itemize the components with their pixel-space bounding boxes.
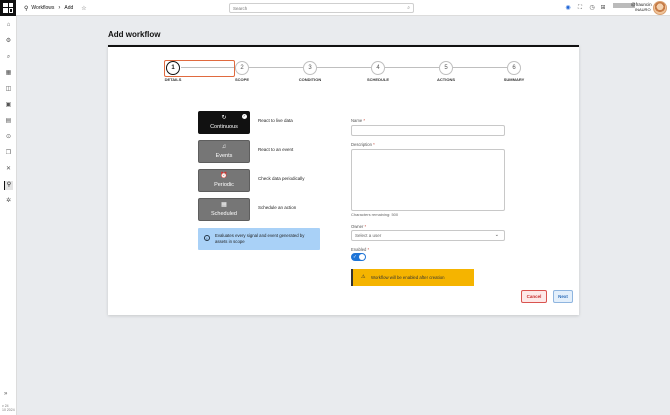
step-5-circle[interactable]: 5 — [439, 61, 453, 75]
required-mark: * — [367, 247, 370, 252]
type-label: Periodic — [214, 182, 234, 188]
version-date: 10 2024 — [2, 408, 15, 412]
step-3-circle[interactable]: 3 — [303, 61, 317, 75]
breadcrumb-workflows[interactable]: Workflows — [31, 5, 54, 11]
workflow-icon[interactable]: ⚲ — [4, 181, 13, 190]
type-label: Scheduled — [211, 211, 237, 217]
type-events-tile[interactable]: ♫ Events — [198, 140, 250, 163]
required-mark: * — [363, 118, 365, 123]
breadcrumb-add: Add — [64, 5, 74, 11]
warning-text: Workflow will be enabled after creation — [371, 275, 445, 280]
refresh-icon: ↻ — [221, 115, 227, 121]
name-label-text: Name — [351, 118, 363, 123]
owner-label: Owner * — [351, 224, 366, 229]
avatar[interactable] — [653, 1, 667, 15]
search-icon[interactable]: ⌕ — [4, 53, 13, 62]
type-description: React to live data — [258, 118, 293, 123]
step-3-label: CONDITION — [298, 77, 322, 82]
name-label: Name * — [351, 118, 365, 123]
enabled-label: Enabled * — [351, 247, 369, 252]
copy-icon[interactable]: ❐ — [4, 149, 13, 158]
chevron-down-icon: ⌄ — [494, 232, 499, 238]
type-description: Schedule an action — [258, 205, 297, 210]
step-6-label: SUMMARY — [503, 77, 525, 82]
step-connector — [385, 67, 439, 68]
warning-banner: ⚠ Workflow will be enabled after creatio… — [351, 269, 474, 286]
type-info-box: i Evaluates every signal and event gener… — [198, 228, 320, 250]
type-description: Check data periodically — [258, 176, 305, 181]
cog-icon[interactable]: ✲ — [4, 197, 13, 206]
app-logo[interactable] — [0, 0, 16, 16]
status-dot-icon[interactable]: ◉ — [564, 4, 572, 12]
step-4-label: SCHEDULE — [366, 77, 389, 82]
map-icon[interactable]: ◫ — [4, 85, 13, 94]
star-icon[interactable]: ☆ — [81, 5, 86, 12]
fullscreen-icon[interactable]: ⛶ — [576, 4, 584, 12]
document-icon[interactable]: ▤ — [4, 117, 13, 126]
box-icon[interactable]: ▣ — [4, 101, 13, 110]
description-label-text: Description — [351, 142, 372, 147]
version-info: v 24 10 2024 — [2, 404, 15, 412]
home-icon[interactable]: ⌂ — [4, 21, 13, 30]
workflow-form-card — [108, 45, 579, 315]
alarm-clock-icon: ⏰ — [220, 173, 228, 179]
expand-sidebar-icon[interactable]: » — [4, 391, 7, 397]
bell-icon: ♫ — [221, 144, 227, 150]
info-text: Evaluates every signal and event generat… — [215, 233, 305, 244]
type-periodic-tile[interactable]: ⏰ Periodic — [198, 169, 250, 192]
type-description: React to an event — [258, 147, 294, 152]
step-2-label: SCOPE — [234, 77, 249, 82]
owner-select-value: Select a user — [355, 233, 382, 238]
search-icon[interactable]: ⌕ — [407, 5, 410, 11]
sidebar: ⌂ ⚙ ⌕ ▦ ◫ ▣ ▤ ⊙ ❐ ✕ ⚲ ✲ » v 24 10 2024 — [0, 16, 17, 415]
chevron-right-icon: › — [58, 5, 61, 11]
warning-icon: ⚠ — [361, 274, 366, 280]
type-label: Events — [215, 153, 233, 159]
owner-select[interactable]: Select a user ⌄ — [351, 230, 505, 241]
next-button[interactable]: Next — [553, 290, 573, 303]
enabled-toggle[interactable]: ✓ — [351, 253, 366, 261]
history-icon[interactable]: ◷ — [588, 4, 596, 12]
step-connector — [317, 67, 371, 68]
step-1-label: DETAILS — [164, 77, 182, 82]
step-connector — [453, 67, 507, 68]
search-input[interactable] — [233, 5, 398, 12]
tools-icon[interactable]: ✕ — [4, 165, 13, 174]
logo-mark — [3, 3, 13, 13]
step-1-circle[interactable]: 1 — [166, 61, 180, 75]
step-connector — [249, 67, 303, 68]
required-mark: * — [373, 142, 375, 147]
step-5-label: ACTIONS — [437, 77, 455, 82]
step-2-circle[interactable]: 2 — [235, 61, 249, 75]
settings-gear-icon[interactable]: ⚙ — [4, 37, 13, 46]
toggle-knob — [359, 254, 365, 260]
description-field[interactable] — [351, 149, 505, 211]
step-4-circle[interactable]: 4 — [371, 61, 385, 75]
type-label: Continuous — [210, 124, 238, 130]
type-scheduled-tile[interactable]: ▦ Scheduled — [198, 198, 250, 221]
user-org: INAURO — [635, 7, 651, 12]
user-menu[interactable]: @frauncin INAURO — [613, 2, 652, 13]
description-label: Description * — [351, 142, 375, 147]
required-mark: * — [364, 224, 367, 229]
breadcrumb: ⚲ Workflows › Add ☆ — [24, 4, 87, 12]
workflow-icon: ⚲ — [24, 5, 29, 12]
info-icon: i — [204, 235, 210, 241]
page-title: Add workflow — [108, 30, 161, 39]
calendar-icon: ▦ — [221, 202, 227, 208]
characters-remaining: Characters remaining: 500 — [351, 212, 399, 217]
cancel-button[interactable]: Cancel — [521, 290, 547, 303]
top-bar: ⚲ Workflows › Add ☆ ⌕ ◉ ⛶ ◷ ⊞ @frauncin … — [0, 0, 670, 16]
name-field[interactable] — [351, 125, 505, 136]
apps-icon[interactable]: ⊞ — [599, 4, 607, 12]
enabled-label-text: Enabled — [351, 247, 367, 252]
owner-label-text: Owner — [351, 224, 364, 229]
step-6-circle[interactable]: 6 — [507, 61, 521, 75]
type-continuous-tile[interactable]: ✓ ↻ Continuous — [198, 111, 250, 134]
check-icon: ✓ — [353, 254, 357, 259]
magnify-icon[interactable]: ⊙ — [4, 133, 13, 142]
dashboard-icon[interactable]: ▦ — [4, 69, 13, 78]
search-box: ⌕ — [229, 3, 414, 13]
